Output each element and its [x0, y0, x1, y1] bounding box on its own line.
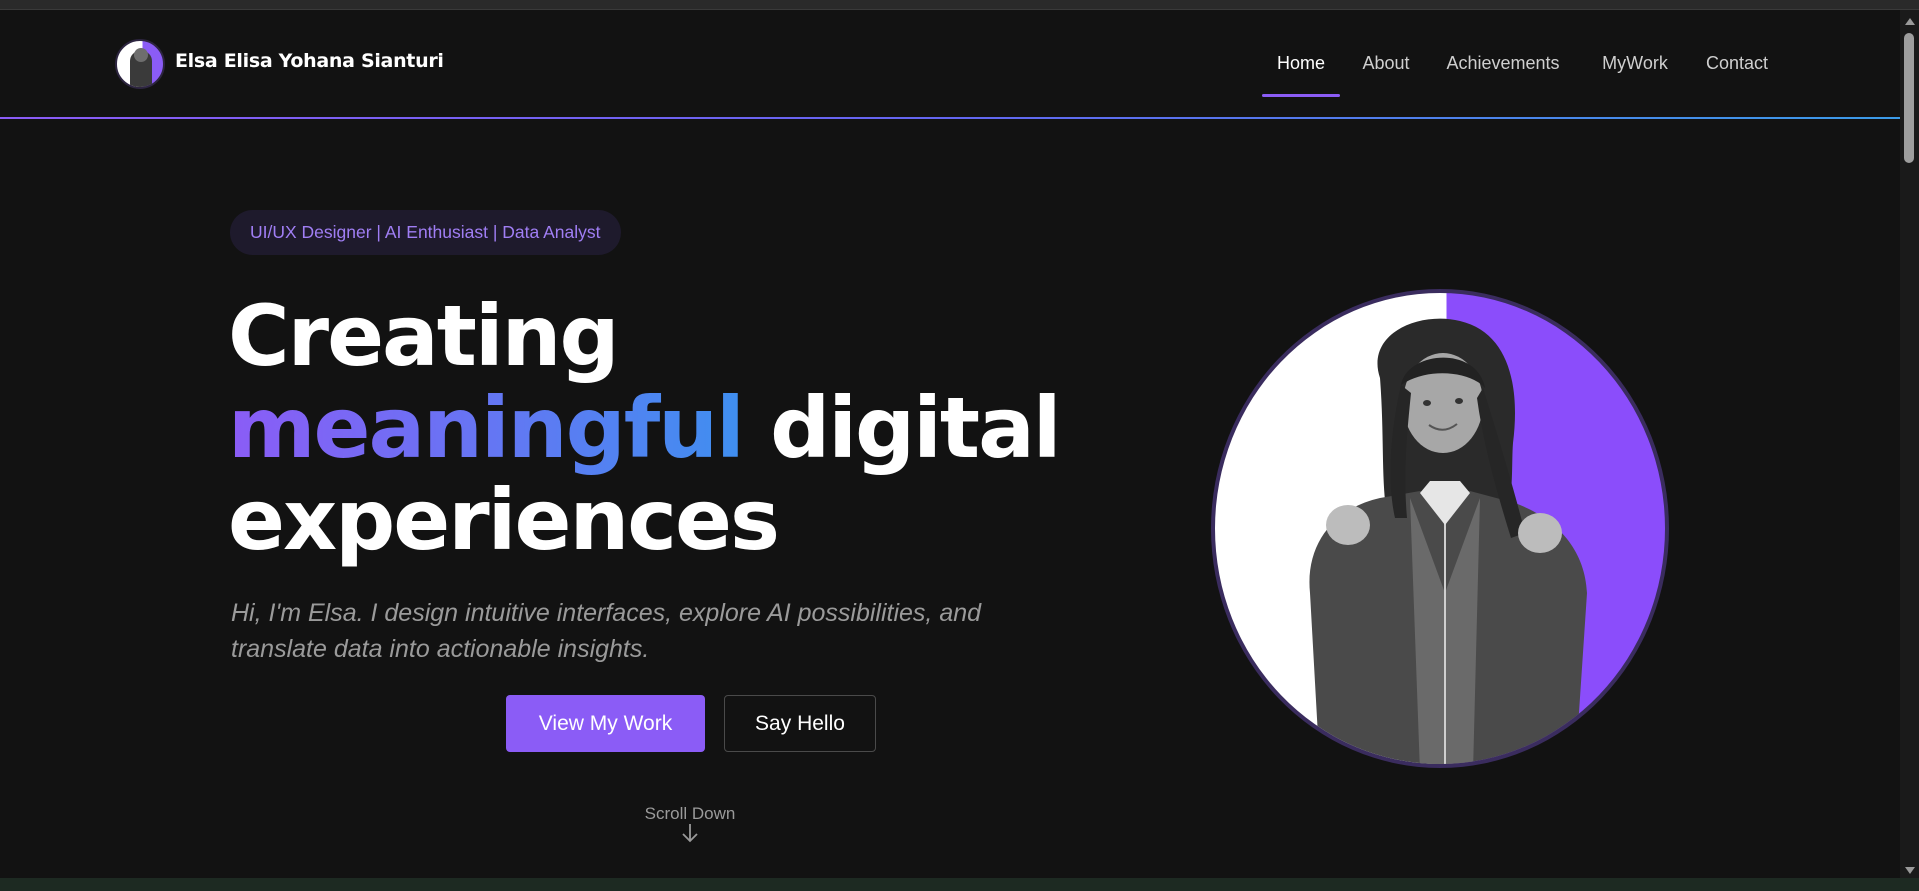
nav-achievements[interactable]: Achievements [1443, 51, 1563, 91]
role-tagline: UI/UX Designer | AI Enthusiast | Data An… [230, 210, 621, 255]
portrait-illustration [1309, 318, 1587, 764]
nav-mywork[interactable]: MyWork [1594, 51, 1676, 91]
site-header: Elsa Elisa Yohana Sianturi Home About Ac… [0, 10, 1900, 119]
page: Elsa Elisa Yohana Sianturi Home About Ac… [0, 10, 1900, 878]
scroll-up-arrow-icon[interactable] [1905, 18, 1915, 25]
hero-headline: Creating meaningful digital experiences [228, 287, 1062, 569]
scrollbar-thumb[interactable] [1904, 33, 1914, 163]
taskbar-strip [0, 878, 1919, 891]
view-my-work-button[interactable]: View My Work [506, 695, 705, 752]
arrow-down-icon[interactable] [680, 821, 700, 845]
profile-portrait [1211, 289, 1669, 768]
say-hello-button[interactable]: Say Hello [724, 695, 876, 752]
header-gradient-line [0, 117, 1900, 119]
page-scrollbar[interactable] [1900, 10, 1919, 878]
browser-top-strip [0, 0, 1919, 10]
scroll-down-arrow-icon[interactable] [1905, 867, 1915, 874]
headline-highlight: meaningful [228, 379, 745, 477]
hero-intro: Hi, I'm Elsa. I design intuitive interfa… [231, 599, 982, 663]
logo-avatar[interactable] [115, 39, 165, 89]
nav-active-indicator [1262, 94, 1340, 97]
headline-line-3: experiences [228, 471, 780, 569]
site-name[interactable]: Elsa Elisa Yohana Sianturi [175, 50, 444, 72]
headline-line-2: digital [742, 379, 1061, 477]
avatar-head [134, 48, 148, 62]
nav-home[interactable]: Home [1262, 51, 1340, 91]
headline-line-1: Creating [228, 287, 620, 385]
nav-about[interactable]: About [1357, 51, 1415, 91]
nav-contact[interactable]: Contact [1701, 51, 1773, 91]
